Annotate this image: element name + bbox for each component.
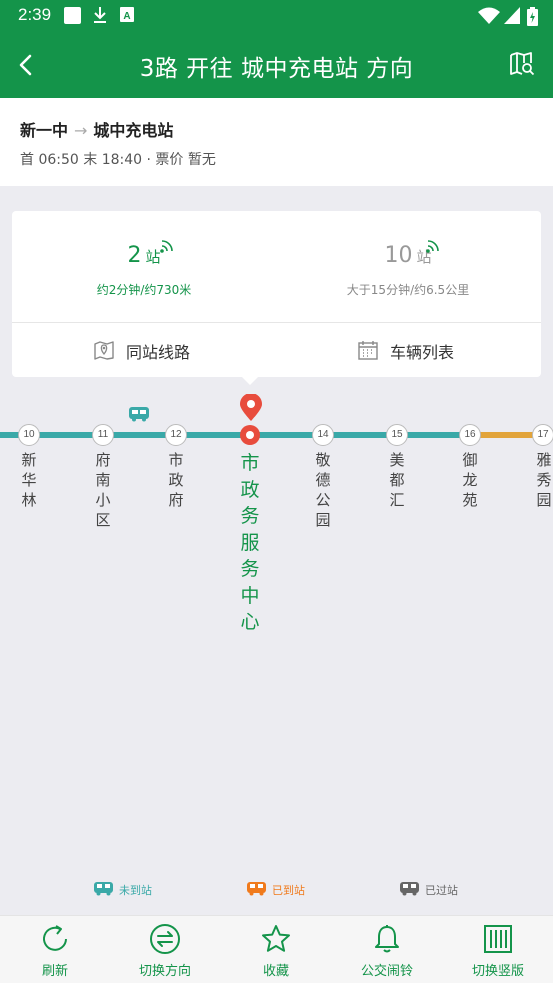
app-header: 3路 开往 城中充电站 方向 xyxy=(0,32,553,98)
current-station-marker[interactable] xyxy=(240,425,260,445)
bus-icon xyxy=(247,882,266,896)
bus-status-legend: 未到站 已到站 已过站 xyxy=(0,878,553,900)
bus-icon[interactable] xyxy=(128,406,150,422)
signal-icon xyxy=(160,240,173,253)
vehicle-list-label: 车辆列表 xyxy=(390,343,455,362)
current-station-name[interactable]: 市政务服务中心 xyxy=(238,450,262,636)
status-bar: 2:39 A xyxy=(0,0,553,32)
refresh-icon xyxy=(43,925,67,951)
current-location-pin-icon xyxy=(240,394,262,421)
next-bus-stops: 10 站 xyxy=(384,243,432,268)
same-station-lines-label: 同站线路 xyxy=(126,343,191,362)
station-name[interactable]: 雅秀园 xyxy=(534,450,553,510)
bus-alarm-button[interactable]: 公交闹铃 xyxy=(332,916,442,983)
station-name[interactable]: 美都汇 xyxy=(387,450,407,510)
station-marker[interactable]: 17 xyxy=(532,424,553,446)
calendar-icon xyxy=(358,341,378,360)
switch-direction-button[interactable]: 切换方向 xyxy=(110,916,220,983)
station-marker[interactable]: 11 xyxy=(92,424,114,446)
route-map-icon[interactable] xyxy=(509,51,535,77)
bottom-navigation: 刷新 切换方向 收藏 公交闹铃 切换竖版 xyxy=(0,915,553,983)
download-icon xyxy=(94,7,106,23)
station-marker[interactable]: 14 xyxy=(312,424,334,446)
battery-icon xyxy=(527,7,538,26)
station-marker[interactable]: 12 xyxy=(165,424,187,446)
switch-direction-label: 切换方向 xyxy=(138,964,191,979)
back-icon[interactable] xyxy=(14,50,40,80)
route-schedule: 首 06:50 末 18:40 · 票价 暂无 xyxy=(20,152,216,168)
bell-icon xyxy=(375,925,399,953)
wifi-icon xyxy=(478,7,500,24)
signal-icon xyxy=(426,240,439,253)
status-time: 2:39 xyxy=(18,5,52,24)
nearest-bus-info[interactable]: 2站 约2分钟/约730米 xyxy=(12,211,276,322)
vertical-layout-icon xyxy=(484,925,512,953)
bus-icon xyxy=(94,882,113,896)
switch-vertical-label: 切换竖版 xyxy=(471,964,524,979)
svg-text:A: A xyxy=(123,11,130,22)
station-marker[interactable]: 10 xyxy=(18,424,40,446)
arrival-card: 2站 约2分钟/约730米 10 站 大于15分钟/约6.5公里 同站线路 车辆列… xyxy=(12,211,541,377)
station-marker[interactable]: 15 xyxy=(386,424,408,446)
bus-alarm-label: 公交闹铃 xyxy=(360,964,413,979)
vehicle-list-button[interactable]: 车辆列表 xyxy=(276,323,540,377)
station-name[interactable]: 府南小区 xyxy=(93,450,113,530)
station-name[interactable]: 御龙苑 xyxy=(460,450,480,510)
refresh-label: 刷新 xyxy=(41,964,68,979)
route-destination: 城中充电站 xyxy=(93,121,174,140)
route-endpoints: 新一中 → 城中充电站 xyxy=(20,117,173,141)
page-title: 3路 开往 城中充电站 方向 xyxy=(139,56,414,82)
cell-signal-icon xyxy=(504,7,520,24)
nearest-bus-eta: 约2分钟/约730米 xyxy=(96,283,192,297)
station-name[interactable]: 敬德公园 xyxy=(313,450,333,530)
switch-vertical-button[interactable]: 切换竖版 xyxy=(443,916,553,983)
nearest-bus-stops: 2站 xyxy=(127,243,161,268)
star-icon xyxy=(262,925,290,952)
notification-square-icon xyxy=(64,7,81,24)
same-station-lines-button[interactable]: 同站线路 xyxy=(12,323,276,377)
bus-line-map: 10 11 12 14 15 16 17 新华林 府南小区 市政府 市政务服务中… xyxy=(0,380,553,650)
bus-icon xyxy=(400,882,419,896)
swap-icon xyxy=(150,924,180,954)
route-info-panel: 新一中 → 城中充电站 首 06:50 末 18:40 · 票价 暂无 xyxy=(0,98,553,186)
next-bus-eta: 大于15分钟/约6.5公里 xyxy=(346,283,470,297)
map-pin-icon xyxy=(94,341,114,360)
station-name[interactable]: 新华林 xyxy=(19,450,39,510)
refresh-button[interactable]: 刷新 xyxy=(0,916,110,983)
route-origin: 新一中 xyxy=(20,121,69,140)
app-notification-icon: A xyxy=(120,7,134,22)
next-bus-info[interactable]: 10 站 大于15分钟/约6.5公里 xyxy=(276,211,540,322)
station-name[interactable]: 市政府 xyxy=(166,450,186,510)
station-marker[interactable]: 16 xyxy=(459,424,481,446)
favorite-button[interactable]: 收藏 xyxy=(221,916,331,983)
route-arrow: → xyxy=(74,121,88,140)
favorite-label: 收藏 xyxy=(262,964,289,979)
